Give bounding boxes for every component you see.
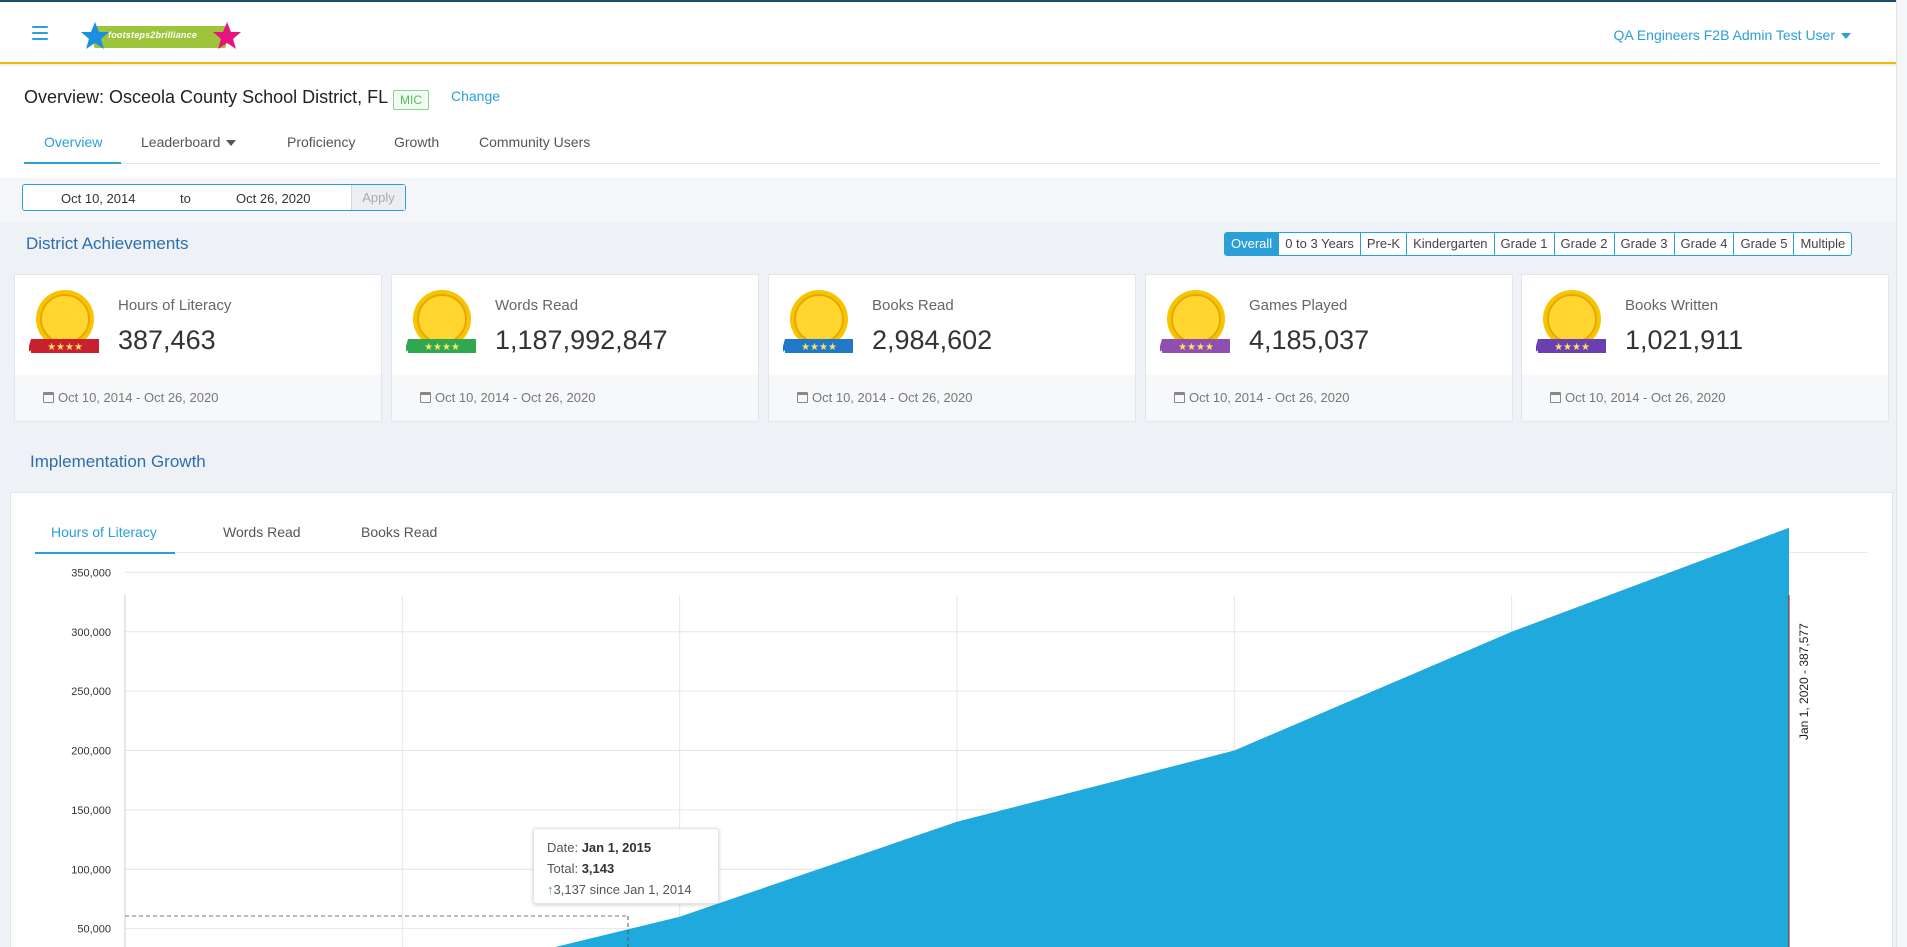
y-tick-label: 250,000 [71,686,111,698]
y-tick-label: 200,000 [71,746,111,758]
growth-area-chart[interactable]: 50,000 100,000 150,000 200,000 250,000 300,00… [0,0,1896,947]
tooltip-date: Jan 1, 2015 [581,840,652,855]
chart-tooltip: Date: Jan 1, 2015 Total: 3,143 ↑3,137 si… [533,828,719,904]
tooltip-total: 3,143 [581,861,615,876]
tooltip-total-label: Total: [547,861,579,876]
y-tick-label: 150,000 [71,805,111,817]
y-tick-label: 300,000 [71,627,111,639]
end-marker-label: Jan 1, 2020 - 387,577 [1797,623,1811,740]
y-tick-label: 50,000 [77,924,111,936]
tooltip-change: 3,137 since Jan 1, 2014 [553,882,692,897]
tooltip-date-label: Date: [547,840,579,855]
y-tick-label: 100,000 [71,864,111,876]
scrollbar[interactable] [1896,0,1907,947]
y-tick-label: 350,000 [71,567,111,579]
